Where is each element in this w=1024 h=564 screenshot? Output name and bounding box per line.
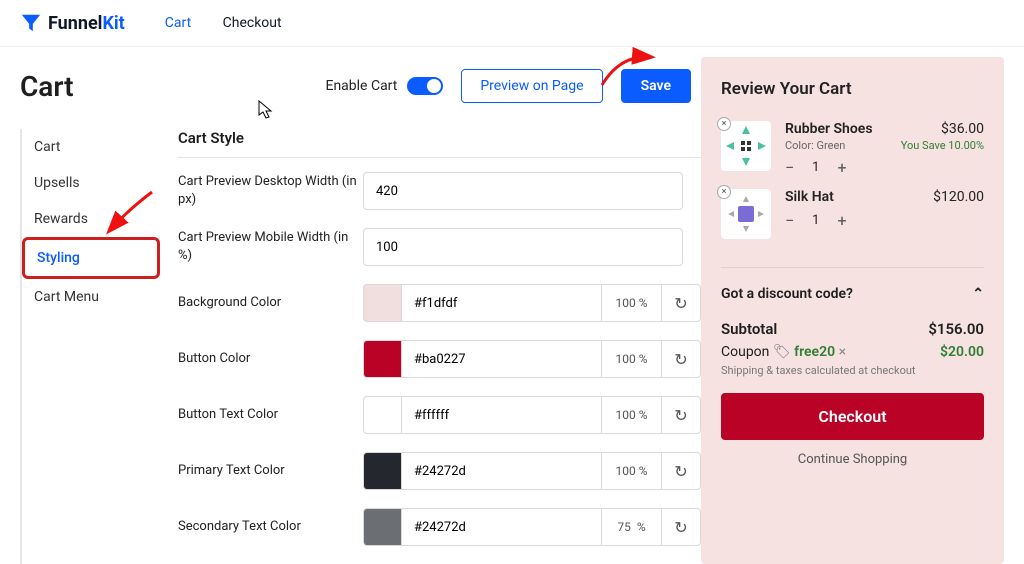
subtotal-value: $156.00	[928, 320, 984, 338]
remove-item-button[interactable]: ×	[717, 185, 731, 199]
annotation-arrow-icon	[600, 45, 660, 95]
brand-part1: Funnel	[48, 13, 102, 34]
annotation-arrow-icon	[100, 190, 160, 250]
secondary-text-reset[interactable]: ↻	[661, 508, 701, 546]
qty-minus-button[interactable]: −	[785, 158, 794, 177]
btn-text-color-reset[interactable]: ↻	[661, 396, 701, 434]
item-price: $120.00	[933, 189, 984, 205]
preview-on-page-button[interactable]: Preview on Page	[461, 69, 602, 103]
bg-color-hex[interactable]	[401, 284, 601, 322]
logo: FunnelKit	[20, 12, 125, 34]
checkout-button[interactable]: Checkout	[721, 393, 984, 440]
refresh-icon: ↻	[674, 294, 687, 313]
bg-color-reset[interactable]: ↻	[661, 284, 701, 322]
refresh-icon: ↻	[674, 518, 687, 537]
primary-text-pct[interactable]	[601, 452, 661, 490]
qty-value: 1	[812, 160, 819, 175]
primary-text-label: Primary Text Color	[178, 462, 363, 480]
btn-text-color-label: Button Text Color	[178, 406, 363, 424]
secondary-text-pct[interactable]	[601, 508, 661, 546]
chevron-up-icon: ⌃	[972, 286, 984, 302]
topnav-cart[interactable]: Cart	[165, 15, 191, 31]
refresh-icon: ↻	[674, 350, 687, 369]
shipping-note: Shipping & taxes calculated at checkout	[721, 364, 984, 377]
btn-text-color-swatch[interactable]	[363, 396, 401, 434]
coupon-amount: $20.00	[940, 344, 984, 360]
btn-color-label: Button Color	[178, 350, 363, 368]
brand-part2: Kit	[102, 13, 124, 34]
coupon-label: Coupon	[721, 344, 769, 360]
desktop-width-label: Cart Preview Desktop Width (in px)	[178, 173, 363, 208]
item-save: You Save 10.00%	[901, 139, 984, 152]
bg-color-swatch[interactable]	[363, 284, 401, 322]
item-variant: Color: Green	[785, 139, 845, 152]
subtotal-label: Subtotal	[721, 320, 777, 338]
sidebar-item-cart-menu[interactable]: Cart Menu	[22, 279, 160, 315]
mobile-width-label: Cart Preview Mobile Width (in %)	[178, 229, 363, 264]
qty-plus-button[interactable]: +	[837, 211, 846, 230]
secondary-text-label: Secondary Text Color	[178, 518, 363, 536]
enable-cart-toggle[interactable]	[407, 77, 443, 95]
qty-value: 1	[812, 213, 819, 228]
remove-item-button[interactable]: ×	[717, 117, 731, 131]
secondary-text-swatch[interactable]	[363, 508, 401, 546]
btn-color-hex[interactable]	[401, 340, 601, 378]
secondary-text-hex[interactable]	[401, 508, 601, 546]
refresh-icon: ↻	[674, 406, 687, 425]
topnav-checkout[interactable]: Checkout	[223, 15, 282, 31]
item-price: $36.00	[941, 121, 984, 137]
qty-minus-button[interactable]: −	[785, 211, 794, 230]
btn-text-color-hex[interactable]	[401, 396, 601, 434]
desktop-width-input[interactable]	[363, 172, 683, 210]
btn-color-pct[interactable]	[601, 340, 661, 378]
remove-coupon-button[interactable]: ×	[839, 344, 846, 360]
continue-shopping-link[interactable]: Continue Shopping	[721, 452, 984, 467]
cart-item: × Silk Hat $120.00 − 1 +	[721, 189, 984, 239]
refresh-icon: ↻	[674, 462, 687, 481]
bg-color-label: Background Color	[178, 294, 363, 312]
qty-plus-button[interactable]: +	[837, 158, 846, 177]
cart-preview-title: Review Your Cart	[721, 79, 984, 99]
discount-toggle[interactable]: Got a discount code? ⌃	[721, 267, 984, 302]
btn-text-color-pct[interactable]	[601, 396, 661, 434]
tag-icon: 🏷	[773, 344, 794, 360]
item-name: Rubber Shoes	[785, 121, 873, 137]
primary-text-swatch[interactable]	[363, 452, 401, 490]
mobile-width-input[interactable]	[363, 228, 683, 266]
discount-label: Got a discount code?	[721, 286, 853, 302]
primary-text-hex[interactable]	[401, 452, 601, 490]
section-title: Cart Style	[178, 129, 701, 158]
coupon-code: free20	[794, 344, 835, 360]
cart-item: × Rubber Shoes $36.00 Color: Green You S…	[721, 121, 984, 177]
primary-text-reset[interactable]: ↻	[661, 452, 701, 490]
bg-color-pct[interactable]	[601, 284, 661, 322]
sidebar-item-cart[interactable]: Cart	[22, 129, 160, 165]
btn-color-swatch[interactable]	[363, 340, 401, 378]
btn-color-reset[interactable]: ↻	[661, 340, 701, 378]
enable-cart-label: Enable Cart	[325, 78, 397, 94]
item-name: Silk Hat	[785, 189, 834, 205]
page-title: Cart	[20, 70, 74, 103]
